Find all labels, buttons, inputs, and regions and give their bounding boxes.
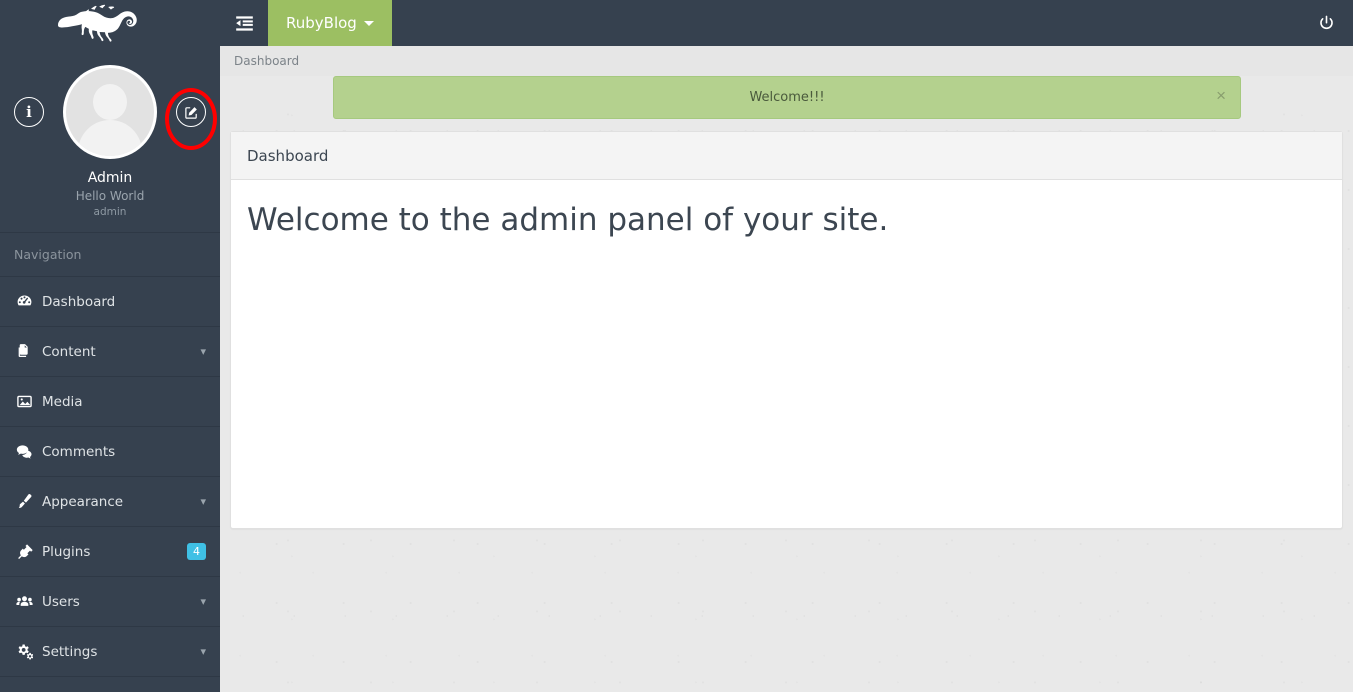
profile-name: Admin: [87, 170, 133, 186]
power-off-icon[interactable]: [1299, 0, 1353, 46]
tachometer-icon: [16, 293, 42, 310]
chevron-down-icon: ▾: [200, 345, 206, 358]
alert-message: Welcome!!!: [749, 90, 825, 105]
panel-title: Dashboard: [231, 132, 1342, 180]
sidebar-item-label: Content: [42, 343, 96, 360]
copy-files-icon: [16, 343, 42, 360]
breadcrumb-current[interactable]: Dashboard: [234, 54, 299, 68]
sidebar-item-settings[interactable]: Settings ▾: [0, 627, 220, 677]
profile-block: i Admin Hello World admin: [0, 46, 220, 232]
avatar-body-shape: [78, 120, 142, 156]
sidebar-item-label: Dashboard: [42, 293, 116, 310]
cogs-icon: [16, 643, 42, 660]
plugins-badge: 4: [187, 543, 206, 560]
image-icon: [16, 393, 42, 410]
info-glyph: i: [26, 102, 32, 121]
chevron-down-icon: ▾: [200, 645, 206, 658]
comments-icon: [16, 443, 42, 460]
sidebar-nav-list: Dashboard Content ▾ Media Comments Appea…: [0, 277, 220, 677]
paintbrush-icon: [16, 493, 42, 510]
sidebar-item-label: Users: [42, 593, 80, 610]
sidebar-item-label: Plugins: [42, 543, 91, 560]
brand-logo[interactable]: [0, 0, 220, 46]
avatar: [66, 68, 154, 156]
info-circle-icon[interactable]: i: [14, 97, 44, 127]
breadcrumb: Dashboard: [220, 46, 1353, 76]
sidebar-item-label: Comments: [42, 443, 116, 460]
close-icon[interactable]: ×: [1216, 87, 1226, 104]
sidebar-item-content[interactable]: Content ▾: [0, 327, 220, 377]
top-header-bar: RubyBlog: [220, 0, 1353, 46]
sidebar-item-label: Media: [42, 393, 83, 410]
avatar-head-shape: [93, 84, 127, 120]
avatar-row: i: [0, 62, 220, 162]
chevron-down-icon: ▾: [200, 595, 206, 608]
sidebar-toggle-icon[interactable]: [220, 0, 268, 46]
sidebar-item-plugins[interactable]: Plugins 4: [0, 527, 220, 577]
sidebar-item-label: Settings: [42, 643, 98, 660]
edit-pencil-square-icon[interactable]: [176, 97, 206, 127]
chevron-down-icon: ▾: [200, 495, 206, 508]
users-group-icon: [16, 593, 42, 610]
sidebar-item-users[interactable]: Users ▾: [0, 577, 220, 627]
sidebar-item-appearance[interactable]: Appearance ▾: [0, 477, 220, 527]
profile-description: Hello World: [75, 189, 145, 203]
brand-dropdown-button[interactable]: RubyBlog: [268, 0, 392, 46]
welcome-alert: Welcome!!! ×: [333, 76, 1241, 119]
sidebar-item-comments[interactable]: Comments: [0, 427, 220, 477]
sidebar: i Admin Hello World admin Navigation Das…: [0, 0, 220, 692]
sidebar-item-label: Appearance: [42, 493, 124, 510]
brand-name: RubyBlog: [286, 14, 357, 32]
caret-down-icon: [363, 20, 374, 26]
panel-body: Welcome to the admin panel of your site.: [231, 180, 1342, 260]
profile-role: admin: [93, 206, 127, 218]
sidebar-item-dashboard[interactable]: Dashboard: [0, 277, 220, 327]
chameleon-logo-icon: [50, 3, 170, 43]
sidebar-item-media[interactable]: Media: [0, 377, 220, 427]
navigation-section-label: Navigation: [0, 232, 220, 277]
dashboard-panel: Dashboard Welcome to the admin panel of …: [230, 131, 1343, 529]
plug-icon: [16, 543, 42, 560]
panel-welcome-text: Welcome to the admin panel of your site.: [247, 202, 889, 238]
